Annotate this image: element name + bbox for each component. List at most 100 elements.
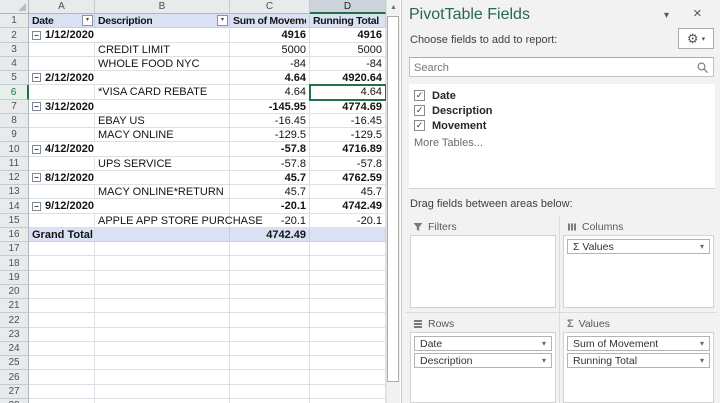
cell-C20[interactable] bbox=[230, 285, 310, 299]
cell-A22[interactable] bbox=[29, 313, 95, 328]
cell-A13[interactable] bbox=[29, 185, 95, 199]
row-header-23[interactable]: 23 bbox=[0, 328, 29, 342]
description-filter-button[interactable]: ▾ bbox=[217, 15, 228, 26]
cell-A4[interactable] bbox=[29, 57, 95, 71]
cell-D14[interactable]: 4742.49 bbox=[310, 199, 386, 214]
field-checkbox-movement[interactable]: ✓ bbox=[414, 120, 425, 131]
more-tables-link[interactable]: More Tables... bbox=[414, 137, 483, 149]
cell-C25[interactable] bbox=[230, 356, 310, 370]
tools-button[interactable]: ⚙ ▾ bbox=[678, 28, 714, 49]
field-row-movement[interactable]: ✓ Movement bbox=[414, 118, 486, 133]
cell-A21[interactable] bbox=[29, 299, 95, 313]
row-header-27[interactable]: 27 bbox=[0, 385, 29, 399]
cell-D4[interactable]: -84 bbox=[310, 57, 386, 71]
row-header-14[interactable]: 14 bbox=[0, 199, 29, 214]
cell-A3[interactable] bbox=[29, 43, 95, 57]
columns-drop-area[interactable]: Σ Values ▾ bbox=[563, 235, 714, 308]
field-row-description[interactable]: ✓ Description bbox=[414, 103, 493, 118]
row-header-18[interactable]: 18 bbox=[0, 256, 29, 271]
cell-C6[interactable]: 4.64 bbox=[230, 85, 310, 100]
cell-A23[interactable] bbox=[29, 328, 95, 342]
cell-C22[interactable] bbox=[230, 313, 310, 328]
row-header-13[interactable]: 13 bbox=[0, 185, 29, 199]
cell-D18[interactable] bbox=[310, 256, 386, 271]
row-header-19[interactable]: 19 bbox=[0, 271, 29, 285]
row-header-11[interactable]: 11 bbox=[0, 157, 29, 171]
cell-C14[interactable]: -20.1 bbox=[230, 199, 310, 214]
field-row-date[interactable]: ✓ Date bbox=[414, 88, 456, 103]
row-header-5[interactable]: 5 bbox=[0, 71, 29, 85]
cell-C7[interactable]: -145.95 bbox=[230, 100, 310, 114]
date-filter-button[interactable]: ▾ bbox=[82, 15, 93, 26]
cell-A9[interactable] bbox=[29, 128, 95, 142]
area-item-description[interactable]: Description ▾ bbox=[414, 353, 552, 368]
cell-C21[interactable] bbox=[230, 299, 310, 313]
row-header-10[interactable]: 10 bbox=[0, 142, 29, 157]
cell-B5[interactable] bbox=[95, 71, 230, 85]
area-item-date[interactable]: Date ▾ bbox=[414, 336, 552, 351]
values-drop-area[interactable]: Sum of Movement ▾ Running Total ▾ bbox=[563, 332, 714, 403]
cell-C8[interactable]: -16.45 bbox=[230, 114, 310, 128]
collapse-button[interactable]: − bbox=[32, 144, 41, 154]
cell-A11[interactable] bbox=[29, 157, 95, 171]
row-header-7[interactable]: 7 bbox=[0, 100, 29, 114]
cell-C3[interactable]: 5000 bbox=[230, 43, 310, 57]
cell-D16[interactable] bbox=[310, 228, 386, 242]
cell-C13[interactable]: 45.7 bbox=[230, 185, 310, 199]
collapse-button[interactable]: − bbox=[32, 173, 41, 182]
cell-B27[interactable] bbox=[95, 385, 230, 399]
cell-A15[interactable] bbox=[29, 214, 95, 228]
cell-B13[interactable]: MACY ONLINE*RETURN bbox=[95, 185, 230, 199]
cell-D27[interactable] bbox=[310, 385, 386, 399]
row-header-3[interactable]: 3 bbox=[0, 43, 29, 57]
row-header-26[interactable]: 26 bbox=[0, 370, 29, 385]
cell-B6[interactable]: *VISA CARD REBATE bbox=[95, 85, 230, 100]
cell-C27[interactable] bbox=[230, 385, 310, 399]
pane-close-icon[interactable]: × bbox=[693, 5, 702, 22]
cell-A25[interactable] bbox=[29, 356, 95, 370]
cell-D15[interactable]: -20.1 bbox=[310, 214, 386, 228]
row-header-15[interactable]: 15 bbox=[0, 214, 29, 228]
cell-A18[interactable] bbox=[29, 256, 95, 271]
cell-D13[interactable]: 45.7 bbox=[310, 185, 386, 199]
cell-A26[interactable] bbox=[29, 370, 95, 385]
row-header-20[interactable]: 20 bbox=[0, 285, 29, 299]
cell-B4[interactable]: WHOLE FOOD NYC bbox=[95, 57, 230, 71]
cell-D6[interactable]: 4.64 bbox=[310, 85, 386, 100]
cell-A1[interactable]: Date ▾ bbox=[29, 14, 95, 28]
cell-B3[interactable]: CREDIT LIMIT bbox=[95, 43, 230, 57]
field-checkbox-date[interactable]: ✓ bbox=[414, 90, 425, 101]
cell-D17[interactable] bbox=[310, 242, 386, 256]
cell-D1[interactable]: Running Total bbox=[310, 14, 386, 28]
cell-C17[interactable] bbox=[230, 242, 310, 256]
filters-drop-area[interactable] bbox=[410, 235, 556, 308]
cell-D23[interactable] bbox=[310, 328, 386, 342]
cell-C23[interactable] bbox=[230, 328, 310, 342]
cell-A20[interactable] bbox=[29, 285, 95, 299]
cell-A16[interactable]: Grand Total bbox=[29, 228, 230, 242]
area-item--values[interactable]: Σ Values ▾ bbox=[567, 239, 710, 254]
collapse-button[interactable]: − bbox=[32, 73, 41, 82]
collapse-button[interactable]: − bbox=[32, 201, 41, 211]
row-header-25[interactable]: 25 bbox=[0, 356, 29, 370]
cell-C28[interactable] bbox=[230, 399, 310, 403]
cell-C2[interactable]: 4916 bbox=[230, 28, 310, 43]
cell-C10[interactable]: -57.8 bbox=[230, 142, 310, 157]
column-header-A[interactable]: A bbox=[29, 0, 95, 14]
row-header-9[interactable]: 9 bbox=[0, 128, 29, 142]
cell-B14[interactable] bbox=[95, 199, 230, 214]
scrollbar-thumb[interactable] bbox=[387, 16, 399, 382]
cell-D2[interactable]: 4916 bbox=[310, 28, 386, 43]
row-header-21[interactable]: 21 bbox=[0, 299, 29, 313]
cell-B18[interactable] bbox=[95, 256, 230, 271]
column-header-D[interactable]: D bbox=[310, 0, 386, 14]
row-header-4[interactable]: 4 bbox=[0, 57, 29, 71]
row-header-17[interactable]: 17 bbox=[0, 242, 29, 256]
cell-B15[interactable]: APPLE APP STORE PURCHASE bbox=[95, 214, 263, 228]
cell-C11[interactable]: -57.8 bbox=[230, 157, 310, 171]
cell-B24[interactable] bbox=[95, 342, 230, 356]
cell-C18[interactable] bbox=[230, 256, 310, 271]
row-header-6[interactable]: 6 bbox=[0, 85, 29, 100]
cell-B9[interactable]: MACY ONLINE bbox=[95, 128, 230, 142]
collapse-button[interactable]: − bbox=[32, 102, 41, 111]
